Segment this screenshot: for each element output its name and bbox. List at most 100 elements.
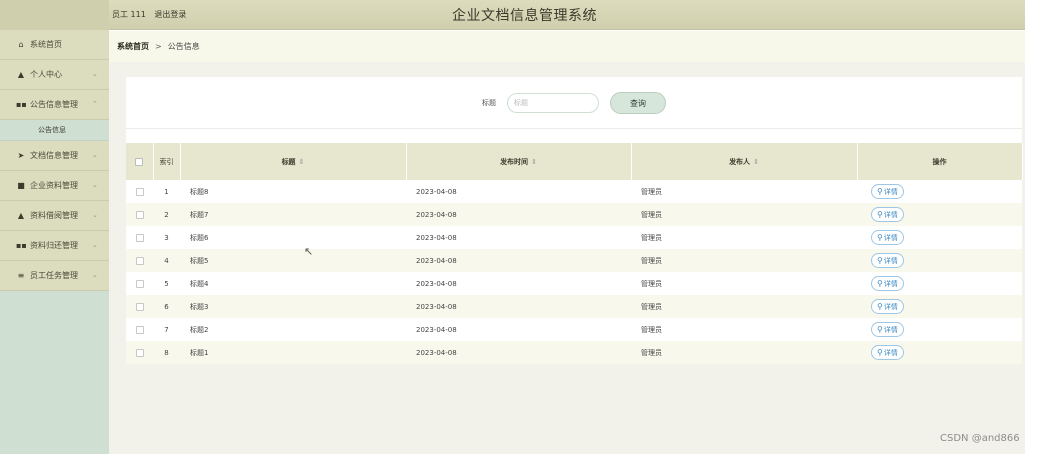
chevron-down-icon: ⌄ bbox=[92, 211, 98, 219]
search-icon: ⚲ bbox=[877, 256, 883, 265]
row-checkbox-cell bbox=[126, 180, 153, 203]
table-body: 1 标题8 2023-04-08 管理员 ⚲ 详情 2 标题7 2023-04-08 管理员 ⚲ 详情… bbox=[126, 180, 1022, 364]
column-header-publish-time-label: 发布时间 bbox=[500, 157, 529, 166]
row-publisher: 管理员 bbox=[641, 325, 662, 334]
sidebar-item-label: 资料归还管理 bbox=[30, 241, 78, 250]
detail-button-label: 详情 bbox=[883, 210, 898, 219]
table-row: 4 标题5 2023-04-08 管理员 ⚲ 详情 bbox=[126, 249, 1022, 272]
row-publisher: 管理员 bbox=[641, 256, 662, 265]
search-input[interactable] bbox=[507, 93, 599, 113]
detail-button[interactable]: ⚲ 详情 bbox=[871, 276, 904, 291]
column-header-title-label: 标题 bbox=[281, 157, 296, 166]
sidebar-item-label: 企业资料管理 bbox=[30, 181, 78, 190]
select-all-cell bbox=[126, 143, 154, 180]
row-publisher: 管理员 bbox=[641, 233, 662, 242]
sidebar-item-enterprise-data[interactable]: ■ 企业资料管理 ⌄ bbox=[0, 171, 109, 201]
sort-icon[interactable]: ⇕ bbox=[531, 158, 537, 166]
row-index: 7 bbox=[164, 325, 169, 334]
send-icon: ➤ bbox=[17, 151, 25, 160]
table-row: 3 标题6 2023-04-08 管理员 ⚲ 详情 bbox=[126, 226, 1022, 249]
detail-button[interactable]: ⚲ 详情 bbox=[871, 207, 904, 222]
breadcrumb: 系统首页 > 公告信息 bbox=[109, 31, 1025, 62]
sort-icon[interactable]: ⇕ bbox=[753, 158, 759, 166]
search-bar: 标题 查询 bbox=[126, 77, 1022, 129]
detail-button-label: 详情 bbox=[883, 302, 898, 311]
row-checkbox[interactable] bbox=[135, 210, 144, 219]
row-index: 5 bbox=[164, 279, 169, 288]
row-checkbox-cell bbox=[126, 226, 153, 249]
sidebar-item-announcement-management[interactable]: ▪▪ 公告信息管理 ⌃ bbox=[0, 90, 109, 120]
chevron-down-icon: ⌄ bbox=[92, 241, 98, 249]
row-operation: ⚲ 详情 bbox=[857, 226, 1022, 249]
detail-button[interactable]: ⚲ 详情 bbox=[871, 230, 904, 245]
table-row: 7 标题2 2023-04-08 管理员 ⚲ 详情 bbox=[126, 318, 1022, 341]
detail-button[interactable]: ⚲ 详情 bbox=[871, 184, 904, 199]
breadcrumb-current: 公告信息 bbox=[167, 42, 200, 51]
row-checkbox[interactable] bbox=[135, 279, 144, 288]
row-publish-time: 2023-04-08 bbox=[416, 348, 457, 357]
row-operation: ⚲ 详情 bbox=[857, 295, 1022, 318]
row-checkbox[interactable] bbox=[135, 233, 144, 242]
logout-link[interactable]: 退出登录 bbox=[154, 10, 186, 19]
row-checkbox[interactable] bbox=[135, 302, 144, 311]
user-icon: ▲ bbox=[17, 70, 25, 79]
select-all-checkbox[interactable] bbox=[135, 157, 144, 166]
search-icon: ⚲ bbox=[877, 302, 883, 311]
query-button[interactable]: 查询 bbox=[610, 92, 666, 114]
user-icon: ▲ bbox=[17, 211, 25, 220]
column-header-publisher-label: 发布人 bbox=[729, 157, 751, 166]
detail-button[interactable]: ⚲ 详情 bbox=[871, 299, 904, 314]
row-title: 标题4 bbox=[190, 279, 209, 288]
search-icon: ⚲ bbox=[877, 279, 883, 288]
row-publish-time: 2023-04-08 bbox=[416, 302, 457, 311]
sidebar-item-label: 个人中心 bbox=[30, 70, 62, 79]
row-publisher: 管理员 bbox=[641, 187, 662, 196]
table-row: 6 标题3 2023-04-08 管理员 ⚲ 详情 bbox=[126, 295, 1022, 318]
row-checkbox[interactable] bbox=[135, 325, 144, 334]
sidebar-item-home[interactable]: ⌂ 系统首页 bbox=[0, 30, 109, 60]
chevron-down-icon: ⌄ bbox=[92, 271, 98, 279]
breadcrumb-home[interactable]: 系统首页 bbox=[117, 41, 149, 52]
table-row: 2 标题7 2023-04-08 管理员 ⚲ 详情 bbox=[126, 203, 1022, 226]
detail-button[interactable]: ⚲ 详情 bbox=[871, 345, 904, 360]
column-header-publisher[interactable]: 发布人 ⇕ bbox=[631, 143, 858, 180]
sidebar-item-label: 系统首页 bbox=[30, 40, 62, 49]
row-operation: ⚲ 详情 bbox=[857, 272, 1022, 295]
row-title: 标题1 bbox=[190, 348, 209, 357]
row-checkbox[interactable] bbox=[135, 256, 144, 265]
sidebar-item-label: 资料借阅管理 bbox=[30, 211, 78, 220]
column-header-index: 索引 bbox=[153, 143, 181, 180]
submenu-item-announcements[interactable]: 公告信息 bbox=[0, 120, 109, 141]
user-area: 员工 111 退出登录 bbox=[112, 9, 192, 20]
chevron-down-icon: ⌄ bbox=[92, 181, 98, 189]
list-icon: ≡ bbox=[17, 271, 25, 280]
detail-button[interactable]: ⚲ 详情 bbox=[871, 322, 904, 337]
search-icon: ⚲ bbox=[877, 348, 883, 357]
row-checkbox-cell bbox=[126, 295, 153, 318]
mouse-pointer-icon: ↖ bbox=[304, 245, 314, 258]
row-index: 1 bbox=[164, 187, 169, 196]
row-index: 6 bbox=[164, 302, 169, 311]
row-operation: ⚲ 详情 bbox=[857, 249, 1022, 272]
sidebar-item-document-management[interactable]: ➤ 文档信息管理 ⌄ bbox=[0, 141, 109, 171]
row-checkbox[interactable] bbox=[135, 348, 144, 357]
row-publish-time: 2023-04-08 bbox=[416, 210, 457, 219]
sidebar-item-personal-center[interactable]: ▲ 个人中心 ⌄ bbox=[0, 60, 109, 90]
sidebar-item-label: 公告信息管理 bbox=[30, 100, 78, 109]
content-panel: 标题 查询 索引 标题⇕ bbox=[126, 77, 1023, 364]
home-icon: ⌂ bbox=[18, 40, 24, 49]
detail-button[interactable]: ⚲ 详情 bbox=[871, 253, 904, 268]
row-checkbox[interactable] bbox=[135, 187, 144, 196]
table-row: 1 标题8 2023-04-08 管理员 ⚲ 详情 bbox=[126, 180, 1022, 203]
sidebar-item-return-management[interactable]: ▪▪ 资料归还管理 ⌄ bbox=[0, 231, 109, 261]
search-icon: ⚲ bbox=[877, 325, 883, 334]
column-header-publish-time[interactable]: 发布时间 ⇕ bbox=[406, 143, 632, 180]
sort-icon[interactable]: ⇕ bbox=[299, 158, 305, 166]
sidebar-item-borrow-management[interactable]: ▲ 资料借阅管理 ⌄ bbox=[0, 201, 109, 231]
chevron-up-icon: ⌃ bbox=[92, 100, 98, 108]
column-header-title[interactable]: 标题 ⇕ bbox=[180, 143, 407, 180]
main-content: 标题 查询 索引 标题⇕ bbox=[109, 62, 1025, 454]
column-header-operation: 操作 bbox=[857, 143, 1023, 180]
sidebar-item-label: 文档信息管理 bbox=[30, 151, 78, 160]
sidebar-item-task-management[interactable]: ≡ 员工任务管理 ⌄ bbox=[0, 261, 109, 291]
